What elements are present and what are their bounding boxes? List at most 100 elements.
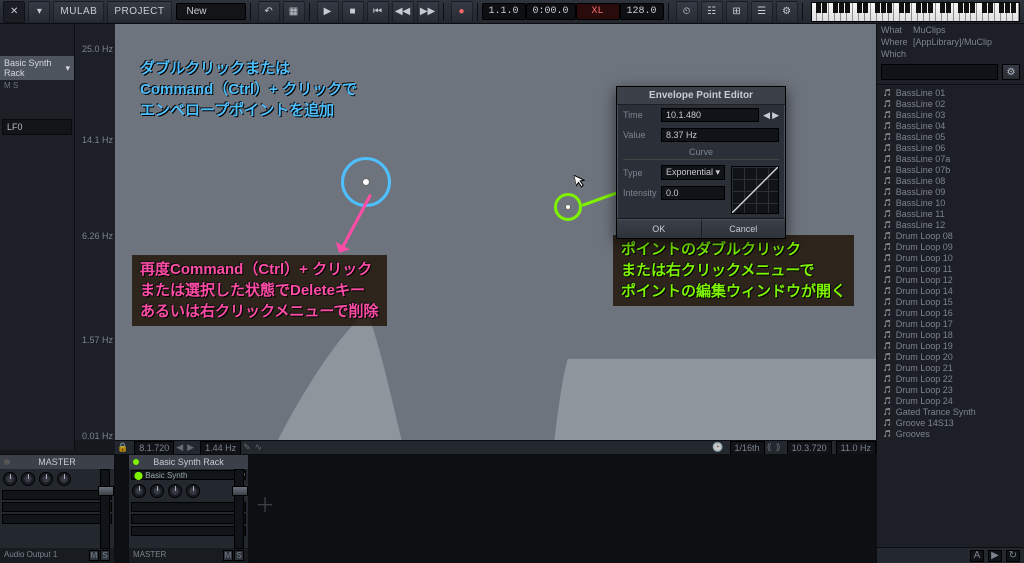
- stop-button[interactable]: ■: [342, 1, 364, 23]
- browser-item[interactable]: BassLine 08: [877, 175, 1024, 186]
- browser-search: ⚙: [877, 60, 1024, 85]
- lock-icon[interactable]: 🔒: [117, 442, 128, 453]
- track-ms[interactable]: M S: [0, 80, 74, 91]
- browser-item[interactable]: BassLine 11: [877, 208, 1024, 219]
- browser-button[interactable]: ☰: [751, 1, 773, 23]
- browser-item[interactable]: BassLine 09: [877, 186, 1024, 197]
- next-icon[interactable]: ▶: [187, 442, 194, 453]
- browser-item[interactable]: Drum Loop 12: [877, 274, 1024, 285]
- search-input[interactable]: [881, 64, 998, 80]
- knob[interactable]: [57, 472, 71, 486]
- browser-item[interactable]: Grooves: [877, 428, 1024, 439]
- synth-fader[interactable]: [234, 469, 244, 549]
- track-header[interactable]: Basic Synth Rack▾: [0, 56, 74, 80]
- record-button[interactable]: ●: [451, 1, 473, 23]
- browser-item[interactable]: Drum Loop 14: [877, 285, 1024, 296]
- grid-button[interactable]: ▦: [283, 1, 305, 23]
- browser-item[interactable]: Drum Loop 11: [877, 263, 1024, 274]
- browser-item[interactable]: Drum Loop 23: [877, 384, 1024, 395]
- left-locator[interactable]: 8.1.720: [134, 441, 174, 455]
- virtual-keyboard[interactable]: [811, 2, 1020, 22]
- browser-item[interactable]: Gated Trance Synth: [877, 406, 1024, 417]
- knob[interactable]: [21, 472, 35, 486]
- snap-clock-icon[interactable]: 🕑: [712, 442, 723, 453]
- mixer-button[interactable]: ☷: [701, 1, 723, 23]
- knob[interactable]: [168, 484, 182, 498]
- undo-button[interactable]: ↶: [258, 1, 280, 23]
- value-field[interactable]: 8.37 Hz: [661, 128, 779, 142]
- rewind-button[interactable]: ◀◀: [392, 1, 414, 23]
- browser-item[interactable]: Drum Loop 09: [877, 241, 1024, 252]
- position-bars[interactable]: 1.1.0: [482, 3, 526, 20]
- browser-item[interactable]: BassLine 07b: [877, 164, 1024, 175]
- browser-item[interactable]: Drum Loop 22: [877, 373, 1024, 384]
- time-prev-icon[interactable]: ◀: [763, 110, 770, 121]
- prev-icon[interactable]: ◀: [176, 442, 183, 453]
- tempo-settings-button[interactable]: ⏲: [676, 1, 698, 23]
- editor-button[interactable]: ⊞: [726, 1, 748, 23]
- knob[interactable]: [150, 484, 164, 498]
- ok-button[interactable]: OK: [617, 219, 701, 238]
- knob[interactable]: [132, 484, 146, 498]
- envelope-point-editor-dialog: Envelope Point Editor Time 10.1.480 ◀ ▶ …: [616, 86, 786, 239]
- browser-play-icon[interactable]: ▶: [988, 550, 1002, 562]
- zoom-right-icon[interactable]: ⟫: [776, 442, 781, 453]
- dropdown-button[interactable]: ▾: [28, 1, 50, 23]
- curve-section-label: Curve: [623, 147, 779, 160]
- settings-button[interactable]: ⚙: [776, 1, 798, 23]
- cursor-pos[interactable]: 10.3.720: [787, 441, 832, 455]
- browser-item[interactable]: Groove 14S13: [877, 417, 1024, 428]
- browser-item[interactable]: BassLine 05: [877, 131, 1024, 142]
- browser-item[interactable]: Drum Loop 16: [877, 307, 1024, 318]
- cancel-button[interactable]: Cancel: [701, 219, 786, 238]
- browser-loop-icon[interactable]: ↻: [1006, 550, 1020, 562]
- type-select[interactable]: Exponential▾: [661, 165, 725, 180]
- browser-tag-a[interactable]: A: [970, 550, 984, 562]
- curve-icon[interactable]: ∿: [255, 442, 263, 453]
- lane-lfo[interactable]: LF0: [2, 119, 72, 135]
- main-menu-mulab[interactable]: MULAB: [53, 1, 104, 23]
- module-slot[interactable]: ⬤ Basic Synth ▾: [131, 470, 246, 480]
- browser-item[interactable]: BassLine 04: [877, 120, 1024, 131]
- tool-icon[interactable]: ✎: [243, 442, 251, 453]
- browser-item[interactable]: BassLine 06: [877, 142, 1024, 153]
- play-button[interactable]: ▶: [317, 1, 339, 23]
- intensity-field[interactable]: 0.0: [661, 186, 725, 200]
- right-hz[interactable]: 11.0 Hz: [836, 441, 876, 455]
- zoom-left-icon[interactable]: ⟪: [767, 442, 772, 453]
- hz-display[interactable]: 1.44 Hz: [200, 441, 241, 455]
- rewind-begin-button[interactable]: ⏮: [367, 1, 389, 23]
- forward-button[interactable]: ▶▶: [417, 1, 439, 23]
- browser-item[interactable]: Drum Loop 21: [877, 362, 1024, 373]
- browser-item[interactable]: BassLine 07a: [877, 153, 1024, 164]
- browser-item[interactable]: BassLine 12: [877, 219, 1024, 230]
- project-name[interactable]: New: [176, 3, 246, 20]
- main-menu-project[interactable]: PROJECT: [107, 1, 171, 23]
- time-next-icon[interactable]: ▶: [772, 110, 779, 121]
- click-toggle[interactable]: XL: [576, 3, 620, 20]
- browser-item[interactable]: BassLine 02: [877, 98, 1024, 109]
- browser-item[interactable]: Drum Loop 08: [877, 230, 1024, 241]
- browser-item[interactable]: BassLine 03: [877, 109, 1024, 120]
- time-field[interactable]: 10.1.480: [661, 108, 759, 122]
- knob[interactable]: [186, 484, 200, 498]
- knob[interactable]: [3, 472, 17, 486]
- position-time[interactable]: 0:00.0: [526, 3, 576, 20]
- browser-item[interactable]: Drum Loop 19: [877, 340, 1024, 351]
- add-track-icon[interactable]: ＋: [249, 455, 876, 552]
- knob[interactable]: [39, 472, 53, 486]
- browser-item[interactable]: BassLine 01: [877, 87, 1024, 98]
- close-button[interactable]: ✕: [3, 1, 25, 23]
- browser-item[interactable]: BassLine 10: [877, 197, 1024, 208]
- browser-item[interactable]: Drum Loop 10: [877, 252, 1024, 263]
- browser-item[interactable]: Drum Loop 20: [877, 351, 1024, 362]
- browser-item[interactable]: Drum Loop 18: [877, 329, 1024, 340]
- browser-settings-button[interactable]: ⚙: [1002, 64, 1020, 80]
- master-fader[interactable]: [100, 469, 110, 549]
- envelope-point-2[interactable]: [565, 204, 571, 210]
- snap-value[interactable]: 1/16th: [730, 441, 765, 455]
- browser-item[interactable]: Drum Loop 15: [877, 296, 1024, 307]
- tempo[interactable]: 128.0: [620, 3, 664, 20]
- browser-item[interactable]: Drum Loop 17: [877, 318, 1024, 329]
- browser-item[interactable]: Drum Loop 24: [877, 395, 1024, 406]
